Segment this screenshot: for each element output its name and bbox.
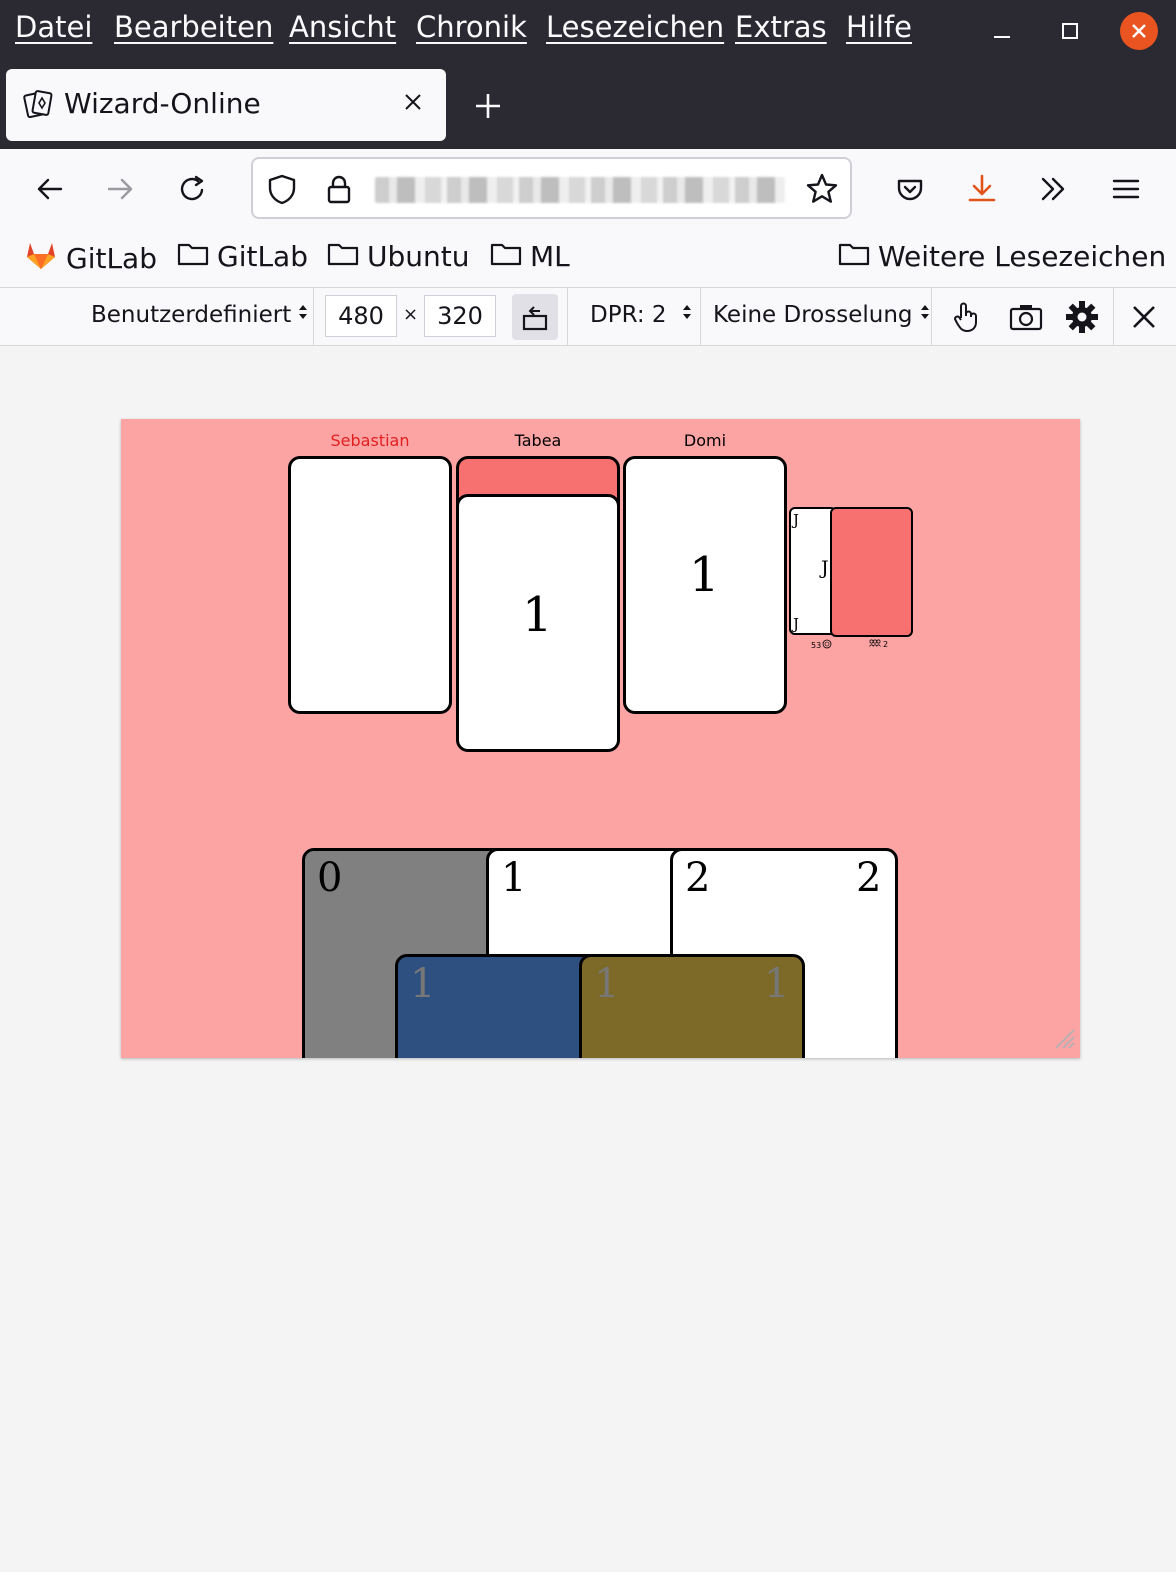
player-count: 2	[883, 639, 889, 649]
divider	[567, 288, 568, 345]
divider	[313, 288, 314, 345]
bookmark-label: Ubuntu	[367, 240, 470, 273]
resize-handle-icon[interactable]	[1050, 1024, 1076, 1054]
nav-bar	[0, 149, 1176, 229]
downloads-icon[interactable]	[960, 167, 1004, 211]
hamburger-menu-icon[interactable]	[1104, 167, 1148, 211]
bookmark-label: ML	[530, 240, 570, 273]
menu-hilfe[interactable]: Hilfe	[846, 10, 912, 44]
viewport-height-input[interactable]: 320	[424, 295, 496, 337]
updown-arrows-icon	[681, 301, 693, 329]
card-value: 0	[317, 855, 343, 901]
dpr-label: DPR: 2	[590, 302, 667, 328]
menu-chronik[interactable]: Chronik	[416, 10, 527, 44]
player-name-tabea: Tabea	[514, 431, 562, 450]
folder-icon	[177, 239, 209, 274]
throttling-selector[interactable]: Keine Drosselung	[713, 301, 931, 329]
card-center-label: J	[821, 557, 829, 579]
screenshot-camera-icon[interactable]	[1007, 298, 1045, 336]
menu-ansicht[interactable]: Ansicht	[289, 10, 396, 44]
touch-simulation-icon[interactable]	[946, 298, 984, 336]
player-bid-card-tabea: 1	[456, 494, 620, 752]
menu-bearbeiten[interactable]: Bearbeiten	[114, 10, 273, 44]
people-icon	[869, 639, 881, 649]
bookmark-folder-other[interactable]: Weitere Lesezeichen	[838, 239, 1166, 274]
device-selector[interactable]: Benutzerdefiniert	[91, 301, 309, 329]
card-value: 1	[594, 961, 620, 1007]
new-tab-icon[interactable]	[472, 90, 504, 126]
deck-icon	[822, 639, 832, 651]
tab-strip: Wizard-Online	[0, 62, 1176, 149]
updown-arrows-icon	[297, 301, 309, 329]
updown-arrows-icon	[919, 301, 931, 329]
menu-lesezeichen[interactable]: Lesezeichen	[546, 10, 724, 44]
bookmark-gitlab-1[interactable]: GitLab	[24, 239, 157, 278]
folder-icon	[490, 239, 522, 274]
pocket-icon[interactable]	[888, 167, 932, 211]
tab-wizard-online[interactable]: Wizard-Online	[6, 69, 446, 141]
throttle-label: Keine Drosselung	[713, 302, 913, 328]
card-value: 1	[501, 855, 527, 901]
bid-value: 1	[522, 587, 553, 643]
menu-extras[interactable]: Extras	[735, 10, 827, 44]
divider	[1113, 288, 1114, 345]
settings-gear-icon[interactable]	[1063, 298, 1101, 336]
maximize-icon[interactable]	[1053, 14, 1087, 48]
player-name-sebastian: Sebastian	[330, 431, 410, 450]
folder-icon	[327, 239, 359, 274]
lock-icon[interactable]	[325, 173, 353, 209]
bookmark-star-icon[interactable]	[805, 172, 839, 210]
url-text-blurred	[375, 177, 785, 203]
rotate-viewport-icon[interactable]	[512, 294, 558, 340]
url-bar[interactable]	[251, 157, 852, 219]
player-bid-card-domi: 1	[623, 456, 787, 714]
card-value: 1	[410, 961, 436, 1007]
window-close-icon[interactable]	[1120, 12, 1158, 50]
players-info: 2	[869, 639, 888, 649]
tab-title: Wizard-Online	[64, 87, 261, 120]
bookmark-label: GitLab	[66, 242, 157, 275]
back-icon[interactable]	[27, 167, 71, 211]
divider	[700, 288, 701, 345]
responsive-design-toolbar: Benutzerdefiniert 480 × 320 DPR: 2 Keine…	[0, 288, 1176, 346]
player-name-domi: Domi	[683, 431, 727, 450]
card-corner-label: J	[793, 511, 800, 529]
close-rdm-icon[interactable]	[1125, 298, 1163, 336]
overflow-chevron-icon[interactable]	[1031, 167, 1075, 211]
times-sign: ×	[403, 304, 419, 325]
divider	[931, 288, 932, 345]
forward-icon[interactable]	[99, 167, 143, 211]
bookmark-label: Weitere Lesezeichen	[878, 240, 1167, 273]
reload-icon[interactable]	[171, 167, 215, 211]
card-value-right: 1	[764, 961, 790, 1007]
bookmarks-bar: GitLab GitLab Ubuntu ML Weitere Lesezeic…	[0, 229, 1176, 288]
minimize-icon[interactable]	[985, 14, 1019, 48]
player-bid-card-sebastian	[288, 456, 452, 714]
shield-icon[interactable]	[267, 173, 297, 209]
viewport-width-input[interactable]: 480	[325, 295, 397, 337]
menu-datei[interactable]: Datei	[15, 10, 92, 44]
folder-icon	[838, 239, 870, 274]
game-viewport: Sebastian Tabea Domi 1 1 J J J 53 2 0 1 …	[121, 419, 1080, 1058]
bookmark-folder-ubuntu[interactable]: Ubuntu	[327, 239, 469, 274]
deck-remaining: 53	[811, 639, 832, 651]
deck-card-back[interactable]	[830, 507, 913, 637]
cards-favicon-icon	[22, 88, 54, 124]
dpr-selector[interactable]: DPR: 2	[590, 301, 693, 329]
gitlab-logo-icon	[24, 239, 58, 278]
bookmark-folder-ml[interactable]: ML	[490, 239, 570, 274]
device-label: Benutzerdefiniert	[91, 302, 292, 328]
tab-close-icon[interactable]	[402, 91, 424, 117]
card-value: 2	[685, 855, 711, 901]
card-corner-label: J	[793, 615, 800, 633]
card-value-right: 2	[856, 855, 882, 901]
deck-count: 53	[811, 640, 822, 650]
bid-value: 1	[689, 547, 720, 603]
hand-card-4[interactable]: 1 1	[579, 954, 805, 1058]
bookmark-label: GitLab	[217, 240, 308, 273]
menu-bar: Datei Bearbeiten Ansicht Chronik Lesezei…	[0, 0, 1176, 62]
bookmark-folder-gitlab[interactable]: GitLab	[177, 239, 308, 274]
